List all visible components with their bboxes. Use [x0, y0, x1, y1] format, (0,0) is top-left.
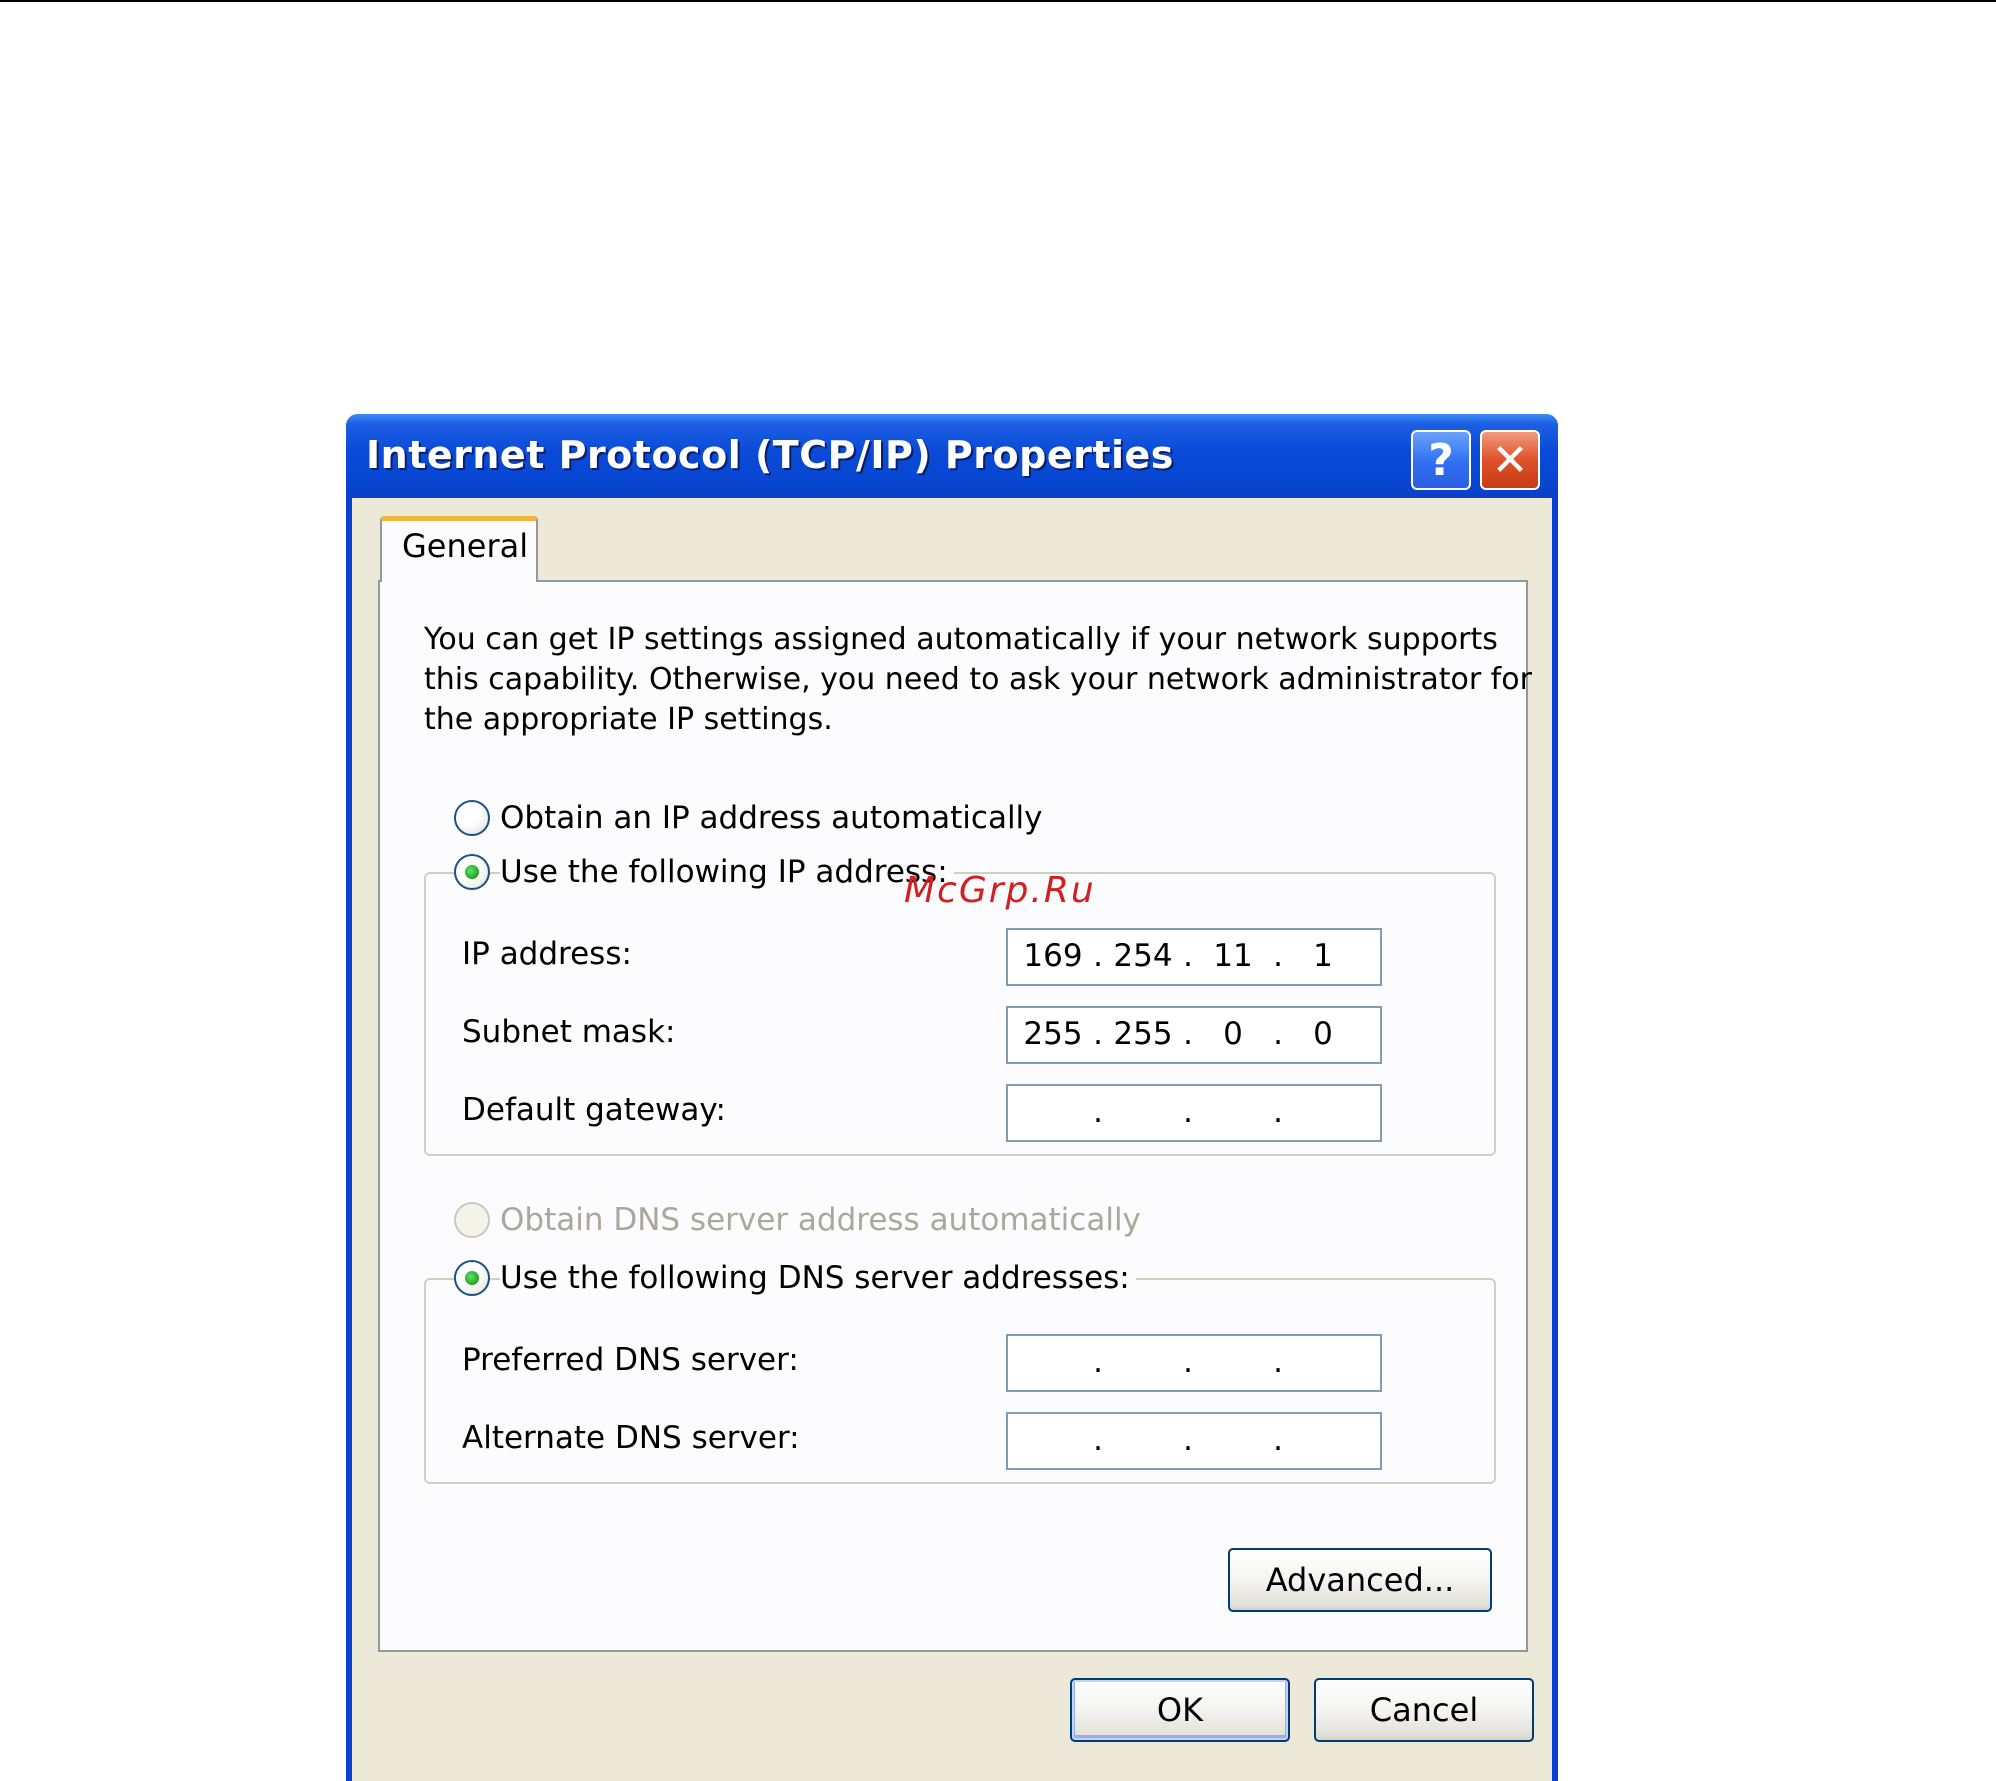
dialog-client-area: General You can get IP settings assigned…: [352, 498, 1552, 1781]
octet-separator: .: [1183, 1094, 1193, 1130]
ip-address-octet-1: 169: [1023, 938, 1083, 974]
obtain-dns-auto-label: Obtain DNS server address automatically: [500, 1202, 1141, 1238]
use-ip-manual-radio[interactable]: [454, 854, 490, 890]
title-bar[interactable]: Internet Protocol (TCP/IP) Properties ? …: [346, 414, 1558, 498]
top-rule: [0, 0, 1996, 2]
octet-separator: .: [1093, 1094, 1103, 1130]
ok-button[interactable]: OK: [1070, 1678, 1290, 1742]
obtain-ip-auto-option[interactable]: Obtain an IP address automatically: [454, 800, 1043, 836]
subnet-mask-octet-3: 0: [1223, 1016, 1243, 1052]
alternate-dns-input[interactable]: . . .: [1006, 1412, 1382, 1470]
ip-address-octet-2: 254: [1113, 938, 1173, 974]
octet-separator: .: [1273, 1094, 1283, 1130]
ip-address-octet-3: 11: [1213, 938, 1253, 974]
octet-separator: .: [1093, 1422, 1103, 1458]
octet-separator: .: [1183, 938, 1193, 974]
default-gateway-label: Default gateway:: [462, 1092, 726, 1128]
preferred-dns-input[interactable]: . . .: [1006, 1334, 1382, 1392]
cancel-button[interactable]: Cancel: [1314, 1678, 1534, 1742]
ip-address-label: IP address:: [462, 936, 632, 972]
ip-address-octet-4: 1: [1313, 938, 1333, 974]
close-icon: ✕: [1491, 434, 1529, 486]
general-tab-panel: You can get IP settings assigned automat…: [378, 580, 1532, 1652]
obtain-ip-auto-label: Obtain an IP address automatically: [500, 800, 1043, 836]
question-mark-icon: ?: [1428, 434, 1454, 486]
window-title: Internet Protocol (TCP/IP) Properties: [366, 433, 1174, 477]
octet-separator: .: [1273, 938, 1283, 974]
octet-separator: .: [1273, 1344, 1283, 1380]
octet-separator: .: [1273, 1422, 1283, 1458]
subnet-mask-octet-2: 255: [1113, 1016, 1173, 1052]
obtain-dns-auto-option[interactable]: Obtain DNS server address automatically: [454, 1202, 1141, 1238]
use-ip-manual-option[interactable]: Use the following IP address:: [454, 854, 954, 890]
dialog-window: Internet Protocol (TCP/IP) Properties ? …: [346, 414, 1558, 1781]
octet-separator: .: [1093, 938, 1103, 974]
subnet-mask-octet-1: 255: [1023, 1016, 1083, 1052]
tab-general-label: General: [402, 527, 529, 565]
octet-separator: .: [1183, 1016, 1193, 1052]
obtain-ip-auto-radio[interactable]: [454, 800, 490, 836]
use-ip-manual-label: Use the following IP address:: [500, 854, 954, 890]
description-text: You can get IP settings assigned automat…: [424, 620, 1532, 740]
help-button[interactable]: ?: [1411, 430, 1471, 490]
octet-separator: .: [1273, 1016, 1283, 1052]
octet-separator: .: [1093, 1016, 1103, 1052]
use-dns-manual-option[interactable]: Use the following DNS server addresses:: [454, 1260, 1136, 1296]
description-line: this capability. Otherwise, you need to …: [424, 662, 1532, 697]
tab-general[interactable]: General: [380, 516, 538, 582]
advanced-button[interactable]: Advanced...: [1228, 1548, 1492, 1612]
use-dns-manual-radio[interactable]: [454, 1260, 490, 1296]
description-line: the appropriate IP settings.: [424, 702, 833, 737]
obtain-dns-auto-radio[interactable]: [454, 1202, 490, 1238]
subnet-mask-input[interactable]: 255 . 255 . 0 . 0: [1006, 1006, 1382, 1064]
octet-separator: .: [1183, 1422, 1193, 1458]
subnet-mask-label: Subnet mask:: [462, 1014, 676, 1050]
description-line: You can get IP settings assigned automat…: [424, 622, 1498, 657]
subnet-mask-octet-4: 0: [1313, 1016, 1333, 1052]
ip-address-input[interactable]: 169 . 254 . 11 . 1: [1006, 928, 1382, 986]
use-dns-manual-label: Use the following DNS server addresses:: [500, 1260, 1136, 1296]
octet-separator: .: [1093, 1344, 1103, 1380]
close-button[interactable]: ✕: [1480, 430, 1540, 490]
octet-separator: .: [1183, 1344, 1193, 1380]
preferred-dns-label: Preferred DNS server:: [462, 1342, 799, 1378]
watermark-text: McGrp.Ru: [904, 870, 1096, 911]
alternate-dns-label: Alternate DNS server:: [462, 1420, 800, 1456]
default-gateway-input[interactable]: . . .: [1006, 1084, 1382, 1142]
